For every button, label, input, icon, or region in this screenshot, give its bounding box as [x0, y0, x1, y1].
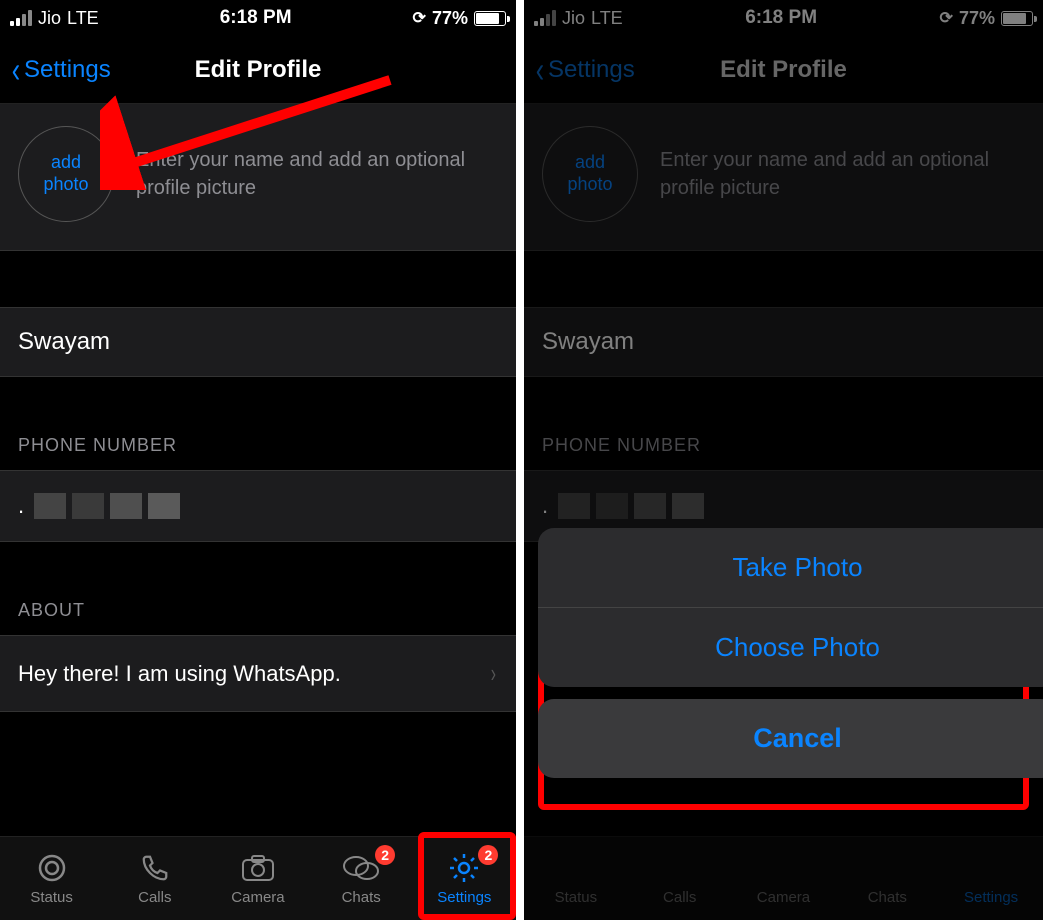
action-sheet: Take Photo Choose Photo Cancel [538, 528, 1043, 778]
name-value: Swayam [18, 328, 110, 355]
phone-section-header: PHONE NUMBER [524, 405, 1043, 470]
status-bar: Jio LTE 6:18 PM ⟳ 77% [0, 0, 516, 36]
page-title: Edit Profile [720, 56, 847, 84]
tab-label: Camera [231, 889, 284, 906]
back-button[interactable]: ‹ Settings [10, 52, 111, 88]
take-photo-button[interactable]: Take Photo [538, 528, 1043, 608]
tab-status[interactable]: Status [4, 851, 100, 906]
battery-icon [474, 11, 506, 26]
choose-photo-button[interactable]: Choose Photo [538, 608, 1043, 687]
tab-settings: Settings [943, 851, 1039, 906]
phone-number-redacted [34, 493, 180, 519]
carrier-label: Jio [38, 8, 61, 29]
tab-chats: Chats [839, 851, 935, 906]
network-type: LTE [591, 8, 623, 29]
tab-camera: Camera [735, 851, 831, 906]
profile-header: add photo Enter your name and add an opt… [524, 104, 1043, 251]
sheet-item-label: Take Photo [732, 552, 862, 582]
status-icon [36, 851, 68, 885]
tab-label: Status [30, 889, 73, 906]
sheet-item-label: Choose Photo [715, 632, 880, 662]
badge: 2 [375, 845, 395, 865]
add-photo-button[interactable]: add photo [542, 126, 638, 222]
back-button[interactable]: ‹ Settings [534, 52, 635, 88]
about-section-header: ABOUT [0, 570, 516, 635]
tab-label: Settings [437, 889, 491, 906]
cancel-button[interactable]: Cancel [538, 699, 1043, 778]
rotation-lock-icon: ⟳ [413, 8, 426, 28]
carrier-label: Jio [562, 8, 585, 29]
profile-header: add photo Enter your name and add an opt… [0, 104, 516, 251]
tab-label: Calls [138, 889, 171, 906]
phone-number-redacted [558, 493, 704, 519]
nav-header: ‹ Settings Edit Profile [0, 36, 516, 104]
network-type: LTE [67, 8, 99, 29]
name-field[interactable]: Swayam [0, 307, 516, 377]
battery-pct: 77% [432, 8, 468, 29]
tab-calls: Calls [632, 851, 728, 906]
cancel-label: Cancel [753, 723, 842, 753]
signal-icon [534, 10, 556, 26]
page-title: Edit Profile [195, 56, 322, 84]
tab-camera[interactable]: Camera [210, 851, 306, 906]
tab-chats[interactable]: 2 Chats [313, 851, 409, 906]
action-sheet-options: Take Photo Choose Photo [538, 528, 1043, 687]
screenshot-left: Jio LTE 6:18 PM ⟳ 77% ‹ Settings Edit Pr… [0, 0, 516, 920]
tab-calls[interactable]: Calls [107, 851, 203, 906]
about-value: Hey there! I am using WhatsApp. [18, 661, 341, 687]
chevron-right-icon: › [491, 658, 496, 689]
rotation-lock-icon: ⟳ [940, 8, 953, 28]
battery-pct: 77% [959, 8, 995, 29]
badge: 2 [478, 845, 498, 865]
name-field[interactable]: Swayam [524, 307, 1043, 377]
tab-status: Status [528, 851, 624, 906]
phone-icon [140, 851, 170, 885]
profile-hint: Enter your name and add an optional prof… [660, 146, 1025, 202]
back-label: Settings [548, 56, 635, 84]
clock: 6:18 PM [220, 7, 292, 29]
status-bar: Jio LTE 6:18 PM ⟳ 77% [524, 0, 1043, 36]
chevron-left-icon: ‹ [12, 52, 20, 88]
signal-icon [10, 10, 32, 26]
name-value: Swayam [542, 328, 634, 355]
clock: 6:18 PM [745, 7, 817, 29]
tab-settings[interactable]: 2 Settings [416, 851, 512, 906]
add-photo-label: add photo [567, 152, 612, 195]
screenshot-right: Jio LTE 6:18 PM ⟳ 77% ‹ Settings Edit Pr… [524, 0, 1043, 920]
profile-hint: Enter your name and add an optional prof… [136, 146, 498, 202]
add-photo-label: add photo [43, 152, 88, 195]
back-label: Settings [24, 56, 111, 84]
about-row[interactable]: Hey there! I am using WhatsApp. › [0, 635, 516, 712]
tab-bar: Status Calls Camera Chats Settings [524, 836, 1043, 920]
phone-section-header: PHONE NUMBER [0, 405, 516, 470]
nav-header: ‹ Settings Edit Profile [524, 36, 1043, 104]
chevron-left-icon: ‹ [536, 52, 544, 88]
tab-bar: Status Calls Camera 2 Chats 2 Se [0, 836, 516, 920]
tab-label: Chats [342, 889, 381, 906]
add-photo-button[interactable]: add photo [18, 126, 114, 222]
gear-icon [448, 851, 480, 885]
phone-number-row: . [0, 470, 516, 542]
camera-icon [241, 851, 275, 885]
battery-icon [1001, 11, 1033, 26]
